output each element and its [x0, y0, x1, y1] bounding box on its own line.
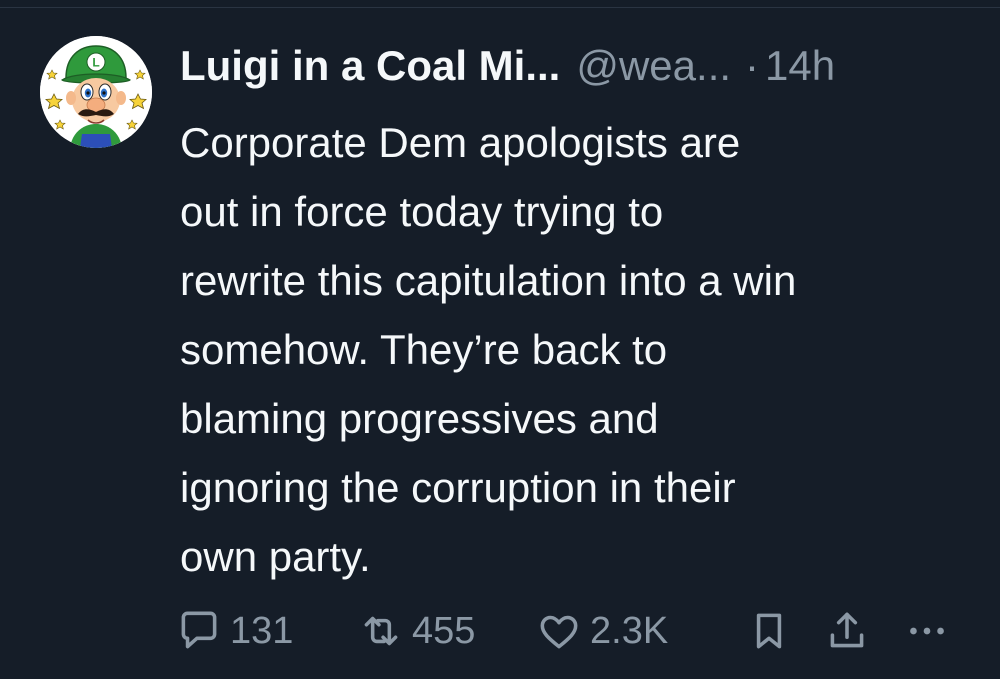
- tweet[interactable]: L Luigi in a Coal Mi... @wea... · 14h Co…: [0, 0, 1000, 679]
- like-button[interactable]: 2.3K: [534, 603, 668, 659]
- like-count: 2.3K: [590, 609, 669, 652]
- tweet-text-line: blaming progressives and: [180, 395, 659, 442]
- share-button[interactable]: [822, 603, 872, 659]
- more-options-button[interactable]: [902, 603, 952, 659]
- retweet-icon: [364, 616, 398, 646]
- retweet-button[interactable]: 455: [356, 603, 475, 659]
- tweet-text-line: rewrite this capitulation into a win: [180, 257, 797, 304]
- svg-text:L: L: [92, 56, 99, 70]
- tweet-text: Corporate Dem apologists are out in forc…: [180, 108, 980, 591]
- bookmark-button[interactable]: [744, 603, 794, 659]
- tweet-text-line: own party.: [180, 533, 371, 580]
- action-bar: 131 455 2.3K: [174, 603, 974, 659]
- tweet-text-line: Corporate Dem apologists are: [180, 119, 741, 166]
- share-upload-icon: [830, 612, 864, 648]
- tweet-text-line: ignoring the corruption in their: [180, 464, 736, 511]
- avatar[interactable]: L: [40, 36, 152, 148]
- separator-dot: ·: [745, 42, 760, 89]
- tweet-text-line: out in force today trying to: [180, 188, 664, 235]
- reply-count: 131: [230, 609, 294, 652]
- tweet-text-line: somehow. They’re back to: [180, 326, 668, 373]
- ellipsis-icon: [910, 627, 944, 635]
- timestamp[interactable]: 14h: [765, 36, 835, 96]
- speech-bubble-icon: [181, 611, 217, 649]
- bookmark-icon: [756, 613, 782, 649]
- retweet-count: 455: [412, 609, 476, 652]
- luigi-avatar-icon: L: [40, 36, 152, 148]
- tweet-header: Luigi in a Coal Mi... @wea... · 14h: [180, 36, 835, 96]
- display-name[interactable]: Luigi in a Coal Mi...: [180, 36, 560, 96]
- heart-icon: [540, 615, 578, 649]
- reply-button[interactable]: 131: [174, 603, 293, 659]
- user-handle[interactable]: @wea...: [576, 36, 731, 96]
